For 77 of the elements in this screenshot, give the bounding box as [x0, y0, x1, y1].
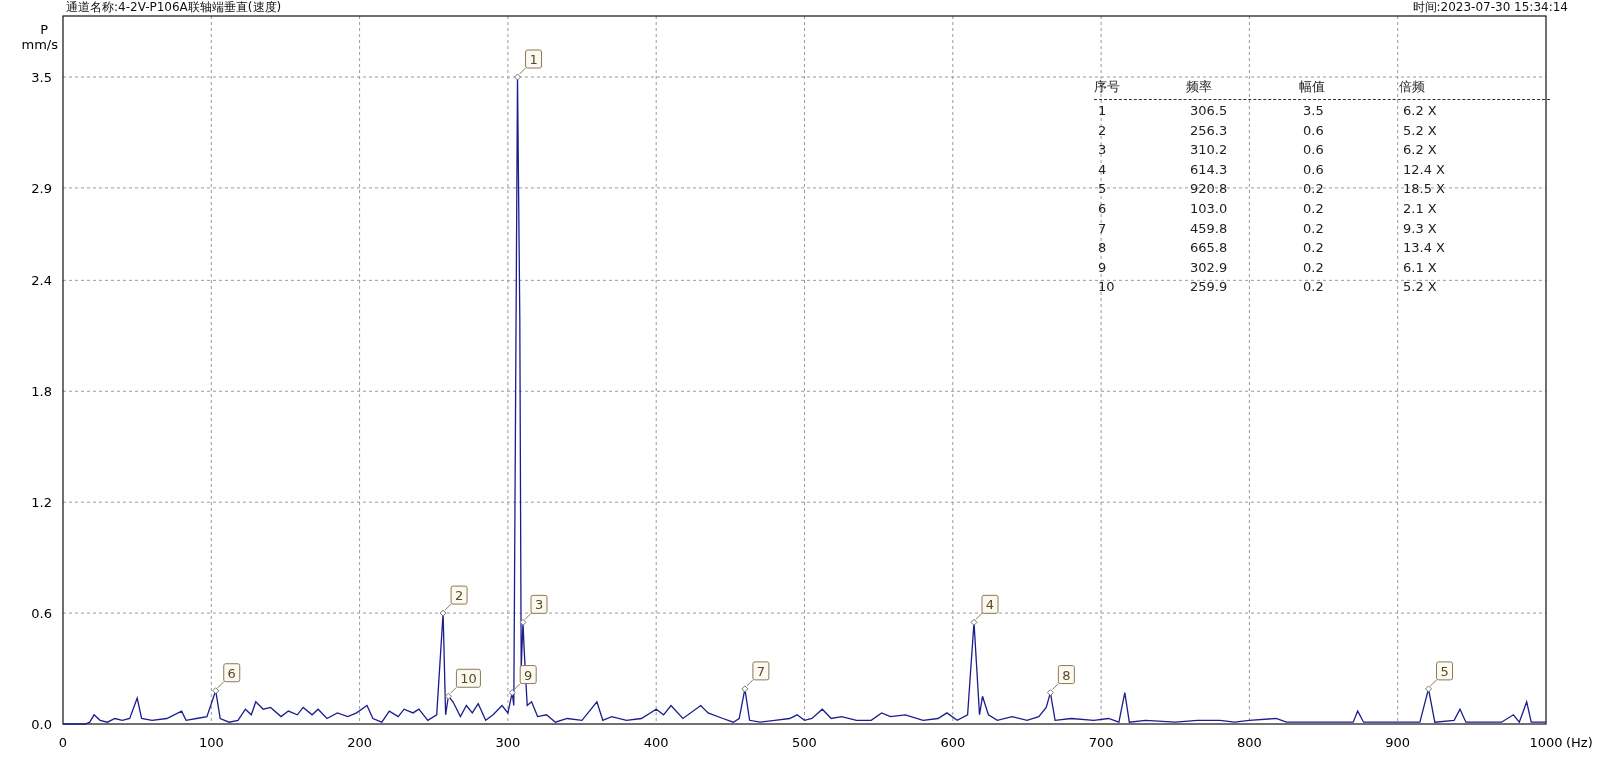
x-tick-label: 600 — [940, 735, 966, 750]
y-axis-label: P — [40, 22, 48, 37]
table-header: 幅值 — [1299, 78, 1325, 96]
table-cell: 13.4 X — [1403, 239, 1445, 257]
table-cell: 306.5 — [1190, 102, 1228, 119]
x-tick-label: 0 — [58, 735, 68, 750]
table-cell: 256.3 — [1190, 121, 1228, 139]
y-tick-label: 2.4 — [31, 273, 52, 289]
x-axis-label: (Hz) — [1566, 735, 1593, 750]
table-cell: 103.0 — [1190, 199, 1228, 217]
table-cell: 259.9 — [1190, 278, 1228, 296]
table-cell: 6.2 X — [1403, 141, 1437, 159]
table-cell: 18.5 X — [1403, 180, 1445, 198]
annotation: 9 — [524, 667, 533, 683]
table-cell: 8 — [1098, 239, 1107, 257]
y-axis-label: mm/s — [21, 37, 58, 52]
y-tick-label: 0.6 — [31, 606, 52, 622]
table-cell: 614.3 — [1190, 160, 1228, 178]
annotation: 4 — [985, 597, 995, 613]
annotation: 6 — [227, 665, 236, 681]
timestamp-label: 时间:2023-07-30 15:34:14 — [1412, 0, 1568, 14]
table-cell: 9.3 X — [1403, 219, 1437, 237]
table-cell: 310.2 — [1190, 141, 1228, 159]
x-tick-label: 400 — [643, 735, 669, 750]
table-cell: 0.2 — [1303, 180, 1324, 198]
table-cell: 6.1 X — [1403, 258, 1437, 276]
x-tick-label: 300 — [495, 735, 521, 750]
table-cell: 9 — [1098, 258, 1107, 276]
table-cell: 5 — [1098, 180, 1107, 198]
x-tick-label: 900 — [1385, 735, 1411, 750]
table-cell: 0.2 — [1303, 199, 1324, 217]
annotation: 8 — [1062, 667, 1071, 683]
table-cell: 302.9 — [1190, 258, 1228, 276]
table-cell: 7 — [1098, 219, 1107, 237]
y-tick-label: 0.0 — [31, 717, 52, 732]
x-tick-label: 200 — [347, 735, 372, 750]
table-cell: 6 — [1098, 199, 1107, 217]
table-cell: 0.2 — [1303, 239, 1324, 257]
table-cell: 0.2 — [1303, 219, 1324, 237]
table-cell: 2.1 X — [1403, 199, 1437, 217]
annotation: 3 — [534, 597, 544, 613]
table-cell: 1 — [1098, 102, 1107, 119]
table-cell: 665.8 — [1190, 239, 1228, 257]
table-cell: 3.5 — [1303, 102, 1324, 119]
table-cell: 0.2 — [1303, 278, 1324, 296]
y-tick-label: 3.5 — [31, 70, 52, 85]
table-cell: 0.6 — [1303, 121, 1324, 139]
annotation: 2 — [454, 588, 464, 604]
x-tick-label: 100 — [198, 735, 224, 750]
table-header: 倍频 — [1399, 78, 1425, 96]
annotation: 10 — [460, 671, 477, 687]
annotation: 5 — [1440, 663, 1449, 679]
x-tick-label: 1000 — [1529, 735, 1563, 750]
x-tick-label: 500 — [792, 735, 817, 750]
table-cell: 0.2 — [1303, 258, 1324, 276]
y-tick-label: 1.8 — [31, 384, 52, 400]
channel-name-label: 通道名称:4-2V-P106A联轴端垂直(速度) — [66, 0, 282, 14]
table-cell: 4 — [1098, 160, 1107, 178]
x-tick-label: 700 — [1088, 735, 1114, 750]
y-tick-label: 2.9 — [31, 180, 52, 196]
y-tick-label: 1.2 — [31, 495, 52, 511]
table-cell: 0.6 — [1303, 160, 1324, 178]
annotation: 1 — [529, 52, 538, 67]
table-cell: 10 — [1098, 278, 1115, 296]
annotation: 7 — [756, 663, 766, 679]
table-cell: 920.8 — [1190, 180, 1228, 198]
x-tick-label: 800 — [1237, 735, 1262, 750]
table-cell: 2 — [1098, 121, 1107, 139]
table-cell: 6.2 X — [1403, 102, 1437, 119]
table-cell: 459.8 — [1190, 219, 1228, 237]
table-cell: 5.2 X — [1403, 121, 1437, 139]
table-header: 序号 — [1094, 78, 1120, 96]
table-header: 频率 — [1186, 78, 1212, 96]
table-cell: 12.4 X — [1403, 160, 1445, 178]
table-cell: 0.6 — [1303, 141, 1324, 159]
table-cell: 3 — [1098, 141, 1107, 159]
table-cell: 5.2 X — [1403, 278, 1437, 296]
